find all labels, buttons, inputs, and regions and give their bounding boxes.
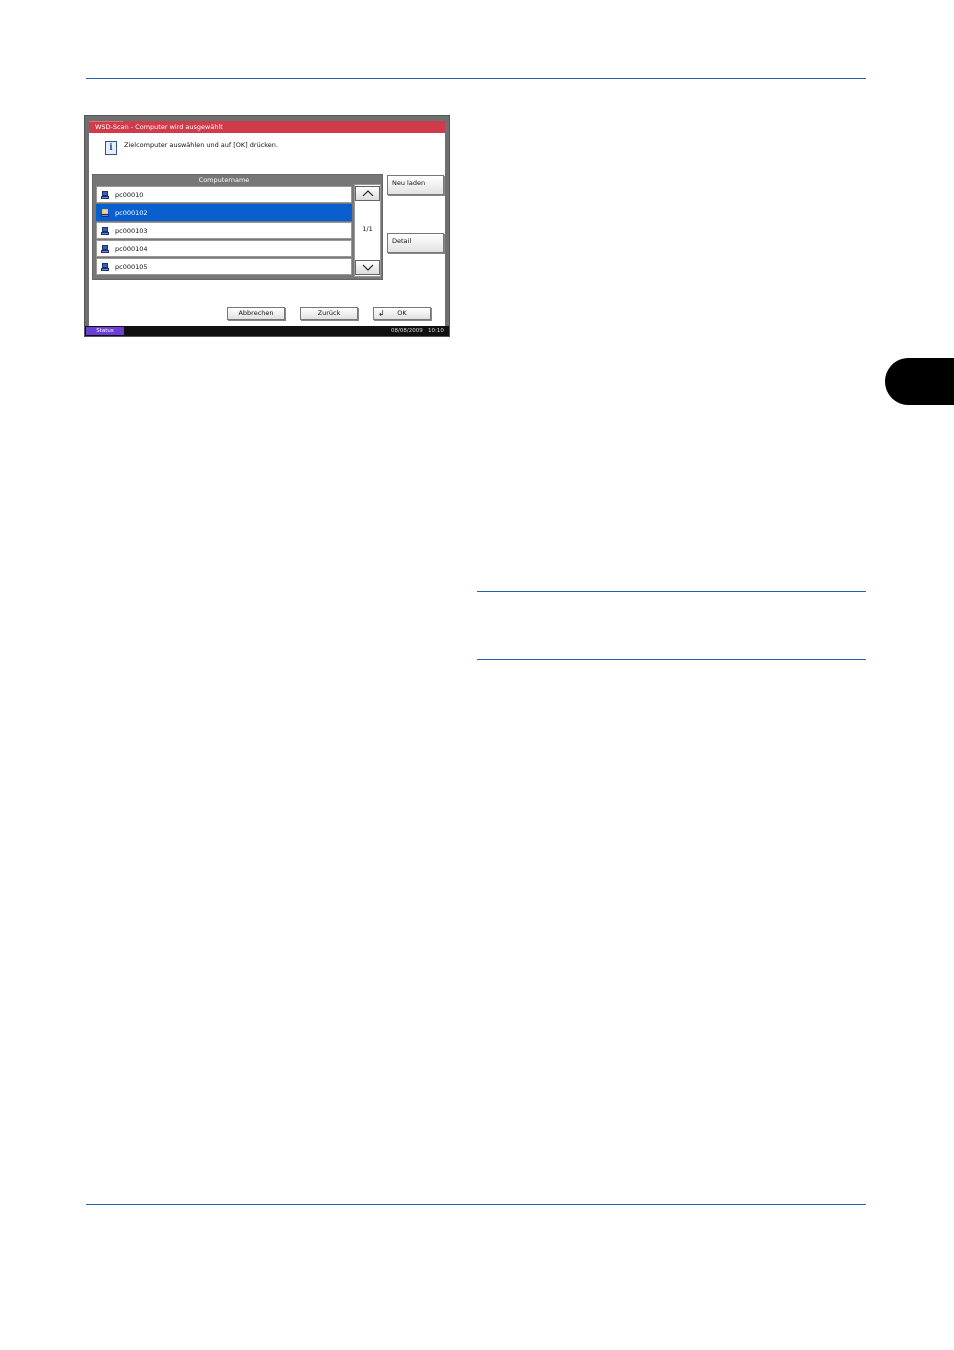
cancel-button[interactable]: Abbrechen (227, 307, 285, 320)
window-title: WSD-Scan - Computer wird ausgewählt (89, 121, 445, 133)
computer-icon (101, 244, 109, 253)
computer-icon (101, 190, 109, 199)
chapter-tab (885, 358, 954, 405)
computer-icon (101, 208, 109, 217)
scroll-up-button[interactable] (355, 186, 380, 201)
computer-icon (101, 226, 109, 235)
chevron-up-icon (362, 190, 373, 197)
top-rule (86, 78, 866, 79)
ok-button[interactable]: ↲ OK (373, 307, 431, 320)
computer-list: pc00010 pc000102 pc000103 pc000104 pc000… (96, 186, 352, 276)
reload-button[interactable]: Neu laden (387, 175, 444, 195)
computer-list-frame: Computername pc00010 pc000102 pc000103 p… (92, 174, 383, 280)
list-item-pc000104[interactable]: pc000104 (96, 240, 352, 257)
note-top-rule (477, 591, 866, 592)
ok-button-label: OK (397, 309, 407, 317)
list-item-label: pc000104 (115, 244, 148, 253)
status-date: 08/08/2009 (391, 328, 423, 334)
detail-button[interactable]: Detail (387, 233, 444, 253)
list-item-pc000105[interactable]: pc000105 (96, 258, 352, 275)
status-button[interactable]: Status (86, 327, 124, 335)
list-item-label: pc000105 (115, 262, 148, 271)
list-scroll-column: 1/1 (354, 184, 381, 277)
chevron-down-icon (362, 264, 373, 271)
panel-screen: WSD-Scan - Computer wird ausgewählt i Zi… (89, 121, 445, 326)
instruction-row: i Zielcomputer auswählen und auf [OK] dr… (105, 141, 278, 157)
page-indicator: 1/1 (362, 225, 373, 233)
list-item-pc000102[interactable]: pc000102 (96, 204, 352, 221)
list-header: Computername (198, 176, 250, 184)
scroll-down-button[interactable] (355, 260, 380, 275)
list-item-pc000103[interactable]: pc000103 (96, 222, 352, 239)
list-item-label: pc000103 (115, 226, 148, 235)
list-item-label: pc000102 (115, 208, 148, 217)
list-item-pc00010[interactable]: pc00010 (96, 186, 352, 203)
note-bottom-rule (477, 659, 866, 660)
status-bar: Status 08/08/2009 10:10 (85, 326, 449, 336)
bottom-rule (86, 1204, 866, 1205)
list-item-label: pc00010 (115, 190, 144, 199)
enter-icon: ↲ (378, 309, 385, 318)
instruction-text: Zielcomputer auswählen und auf [OK] drüc… (124, 141, 278, 149)
status-time: 10:10 (428, 328, 444, 334)
device-panel-screenshot: WSD-Scan - Computer wird ausgewählt i Zi… (84, 115, 450, 337)
computer-icon (101, 262, 109, 271)
back-button[interactable]: Zurück (300, 307, 358, 320)
info-icon: i (105, 141, 117, 155)
